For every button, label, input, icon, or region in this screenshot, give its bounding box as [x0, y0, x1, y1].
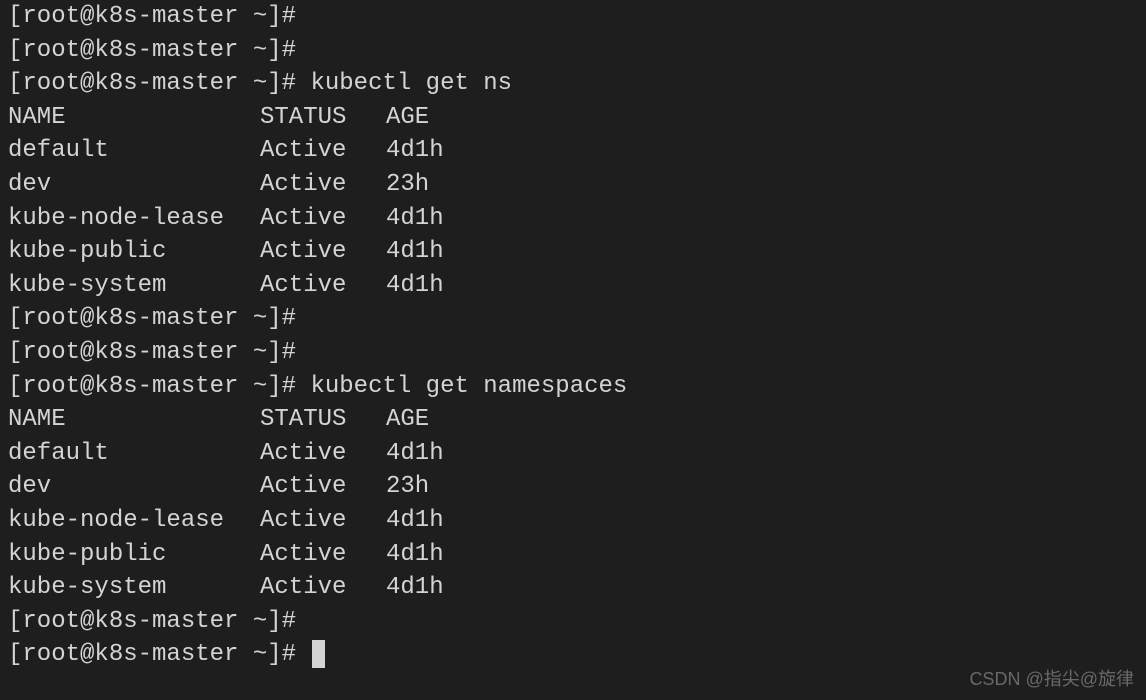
table-header-row: NAMESTATUSAGE: [8, 403, 1138, 437]
header-status: STATUS: [260, 101, 386, 135]
header-age: AGE: [386, 403, 429, 437]
prompt-line-empty: [root@k8s-master ~]#: [8, 34, 1138, 68]
ns-status: Active: [260, 235, 386, 269]
header-name: NAME: [8, 101, 260, 135]
ns-status: Active: [260, 269, 386, 303]
ns-status: Active: [260, 538, 386, 572]
prompt-line-partial: [root@k8s-master ~]#: [8, 0, 1138, 34]
command-line[interactable]: [root@k8s-master ~]# kubectl get ns: [8, 67, 1138, 101]
header-age: AGE: [386, 101, 429, 135]
table-row: devActive23h: [8, 168, 1138, 202]
ns-age: 4d1h: [386, 134, 444, 168]
ns-name: kube-node-lease: [8, 504, 260, 538]
prompt-text: [root@k8s-master ~]#: [8, 373, 296, 400]
prompt-text: [root@k8s-master ~]#: [8, 37, 296, 64]
ns-name: dev: [8, 168, 260, 202]
table-row: kube-systemActive4d1h: [8, 269, 1138, 303]
ns-status: Active: [260, 470, 386, 504]
ns-age: 4d1h: [386, 538, 444, 572]
table-row: kube-publicActive4d1h: [8, 538, 1138, 572]
ns-name: kube-public: [8, 235, 260, 269]
ns-name: kube-system: [8, 571, 260, 605]
ns-status: Active: [260, 168, 386, 202]
ns-status: Active: [260, 202, 386, 236]
table-row: kube-node-leaseActive4d1h: [8, 504, 1138, 538]
command-text: kubectl get namespaces: [310, 373, 627, 400]
ns-age: 23h: [386, 470, 429, 504]
prompt-line-empty: [root@k8s-master ~]#: [8, 302, 1138, 336]
ns-name: kube-system: [8, 269, 260, 303]
ns-name: dev: [8, 470, 260, 504]
ns-age: 4d1h: [386, 269, 444, 303]
ns-age: 4d1h: [386, 235, 444, 269]
ns-age: 4d1h: [386, 571, 444, 605]
ns-name: default: [8, 437, 260, 471]
prompt-text: [root@k8s-master ~]#: [8, 641, 296, 668]
ns-age: 4d1h: [386, 437, 444, 471]
ns-name: default: [8, 134, 260, 168]
watermark-text: CSDN @指尖@旋律: [969, 667, 1134, 692]
table-row: defaultActive4d1h: [8, 134, 1138, 168]
table-header-row: NAMESTATUSAGE: [8, 101, 1138, 135]
ns-status: Active: [260, 504, 386, 538]
prompt-text: [root@k8s-master ~]#: [8, 305, 296, 332]
prompt-line-empty: [root@k8s-master ~]#: [8, 336, 1138, 370]
ns-status: Active: [260, 437, 386, 471]
prompt-line-empty: [root@k8s-master ~]#: [8, 605, 1138, 639]
command-text: kubectl get ns: [310, 70, 512, 97]
table-row: defaultActive4d1h: [8, 437, 1138, 471]
ns-name: kube-public: [8, 538, 260, 572]
prompt-text: [root@k8s-master ~]#: [8, 608, 296, 635]
table-row: kube-node-leaseActive4d1h: [8, 202, 1138, 236]
table-row: kube-systemActive4d1h: [8, 571, 1138, 605]
ns-age: 23h: [386, 168, 429, 202]
ns-status: Active: [260, 134, 386, 168]
prompt-text: [root@k8s-master ~]#: [8, 339, 296, 366]
header-status: STATUS: [260, 403, 386, 437]
ns-status: Active: [260, 571, 386, 605]
prompt-text: [root@k8s-master ~]#: [8, 3, 296, 30]
prompt-text: [root@k8s-master ~]#: [8, 70, 296, 97]
ns-age: 4d1h: [386, 202, 444, 236]
ns-age: 4d1h: [386, 504, 444, 538]
table-row: kube-publicActive4d1h: [8, 235, 1138, 269]
command-line[interactable]: [root@k8s-master ~]# kubectl get namespa…: [8, 370, 1138, 404]
table-row: devActive23h: [8, 470, 1138, 504]
header-name: NAME: [8, 403, 260, 437]
cursor-icon: [312, 640, 325, 668]
ns-name: kube-node-lease: [8, 202, 260, 236]
